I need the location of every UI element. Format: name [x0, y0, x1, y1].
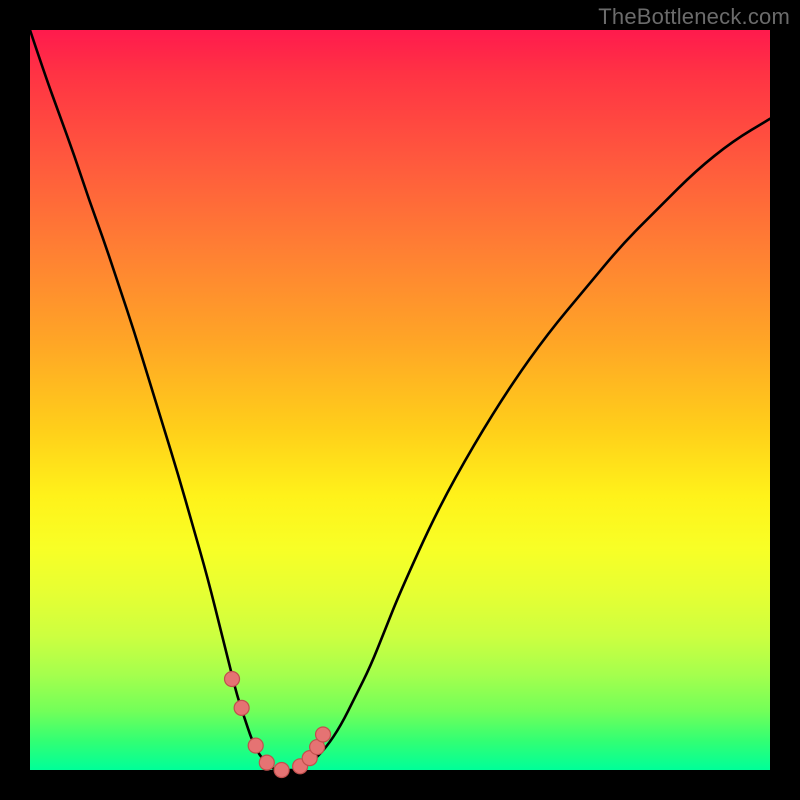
chart-container: TheBottleneck.com	[0, 0, 800, 800]
data-marker	[225, 671, 240, 686]
data-marker	[259, 755, 274, 770]
data-marker	[316, 727, 331, 742]
data-marker	[234, 700, 249, 715]
marker-group	[225, 671, 331, 777]
bottleneck-curve	[30, 30, 770, 770]
data-marker	[274, 763, 289, 778]
plot-area	[30, 30, 770, 770]
curve-svg	[30, 30, 770, 770]
watermark-text: TheBottleneck.com	[598, 4, 790, 30]
data-marker	[248, 738, 263, 753]
